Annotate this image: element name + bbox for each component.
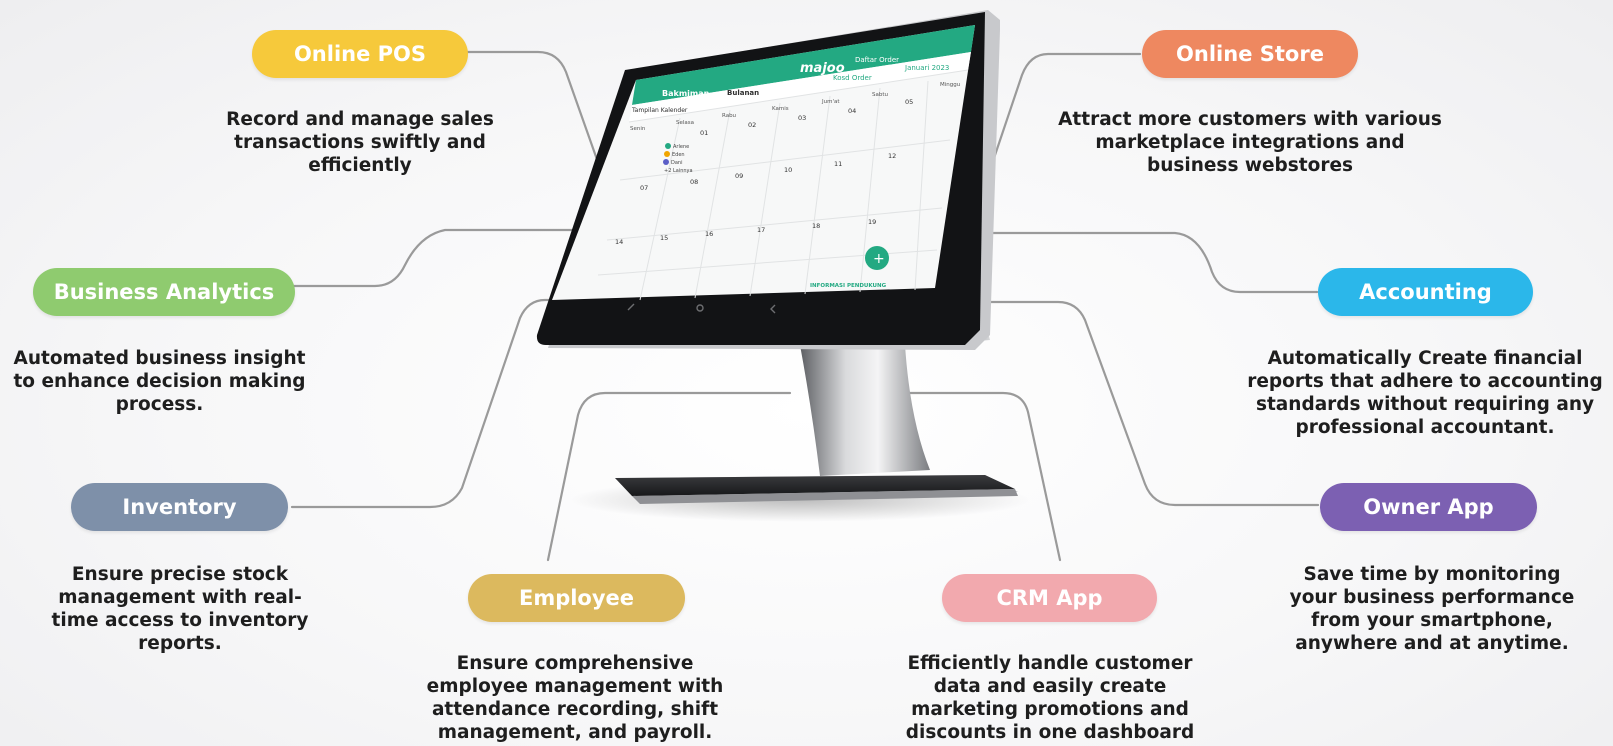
weekday-label: Selasa xyxy=(676,120,694,126)
plus-icon: + xyxy=(873,251,885,267)
employee-description: Ensure comprehensive employee management… xyxy=(426,653,724,743)
svg-text:15: 15 xyxy=(660,234,668,242)
online-store-description: Attract more customers with various mark… xyxy=(1058,109,1442,176)
screen-footer-label: INFORMASI PENDUKUNG xyxy=(810,283,887,289)
svg-text:12: 12 xyxy=(888,152,896,160)
svg-text:09: 09 xyxy=(735,172,743,180)
screen-outlet-name: Bakmiman xyxy=(662,89,710,98)
svg-text:Eden: Eden xyxy=(672,152,685,158)
svg-text:Dani: Dani xyxy=(671,160,682,166)
svg-text:+2 Lainnya: +2 Lainnya xyxy=(664,168,693,174)
screen-template-label: Tampilan Kalender xyxy=(631,107,688,114)
online-store-badge: Online Store xyxy=(1142,30,1358,78)
screen-header-right: Daftar Order xyxy=(855,56,899,64)
weekday-label: Sabtu xyxy=(872,92,888,98)
business-analytics-badge: Business Analytics xyxy=(33,268,295,316)
svg-text:17: 17 xyxy=(757,226,765,234)
svg-text:02: 02 xyxy=(748,121,756,129)
svg-text:Arlene: Arlene xyxy=(673,144,689,150)
svg-text:05: 05 xyxy=(905,98,913,106)
svg-text:16: 16 xyxy=(705,230,713,238)
screen-view-mode: Bulanan xyxy=(727,89,759,97)
weekday-label: Minggu xyxy=(940,82,960,88)
accounting-badge: Accounting xyxy=(1318,268,1533,316)
svg-text:08: 08 xyxy=(690,178,698,186)
crm-app-badge: CRM App xyxy=(942,574,1157,622)
svg-text:19: 19 xyxy=(868,218,876,226)
weekday-label: Rabu xyxy=(722,113,736,119)
svg-text:01: 01 xyxy=(700,129,708,137)
accounting-description: Automatically Create financial reports t… xyxy=(1247,348,1603,438)
screen-tab-label: Kosd Order xyxy=(833,74,872,82)
online-pos-description: Record and manage sales transactions swi… xyxy=(226,109,494,176)
svg-text:14: 14 xyxy=(615,238,623,246)
svg-text:07: 07 xyxy=(640,184,648,192)
svg-text:18: 18 xyxy=(812,222,820,230)
weekday-label: Senin xyxy=(630,126,646,132)
svg-text:04: 04 xyxy=(848,107,856,115)
weekday-label: Kamis xyxy=(772,106,789,112)
owner-app-description: Save time by monitoring your business pe… xyxy=(1289,564,1575,654)
owner-app-badge: Owner App xyxy=(1320,483,1537,531)
online-pos-badge: Online POS xyxy=(252,30,468,78)
crm-app-description: Efficiently handle customer data and eas… xyxy=(905,653,1195,743)
svg-text:11: 11 xyxy=(834,160,842,168)
business-analytics-description: Automated business insight to enhance de… xyxy=(13,348,306,415)
weekday-label: Jum'at xyxy=(821,99,840,105)
inventory-badge: Inventory xyxy=(71,483,288,531)
employee-badge: Employee xyxy=(468,574,685,622)
screen-date-label: Januari 2023 xyxy=(904,64,949,72)
inventory-description: Ensure precise stock management with rea… xyxy=(51,564,309,654)
svg-text:10: 10 xyxy=(784,166,792,174)
svg-text:03: 03 xyxy=(798,114,806,122)
